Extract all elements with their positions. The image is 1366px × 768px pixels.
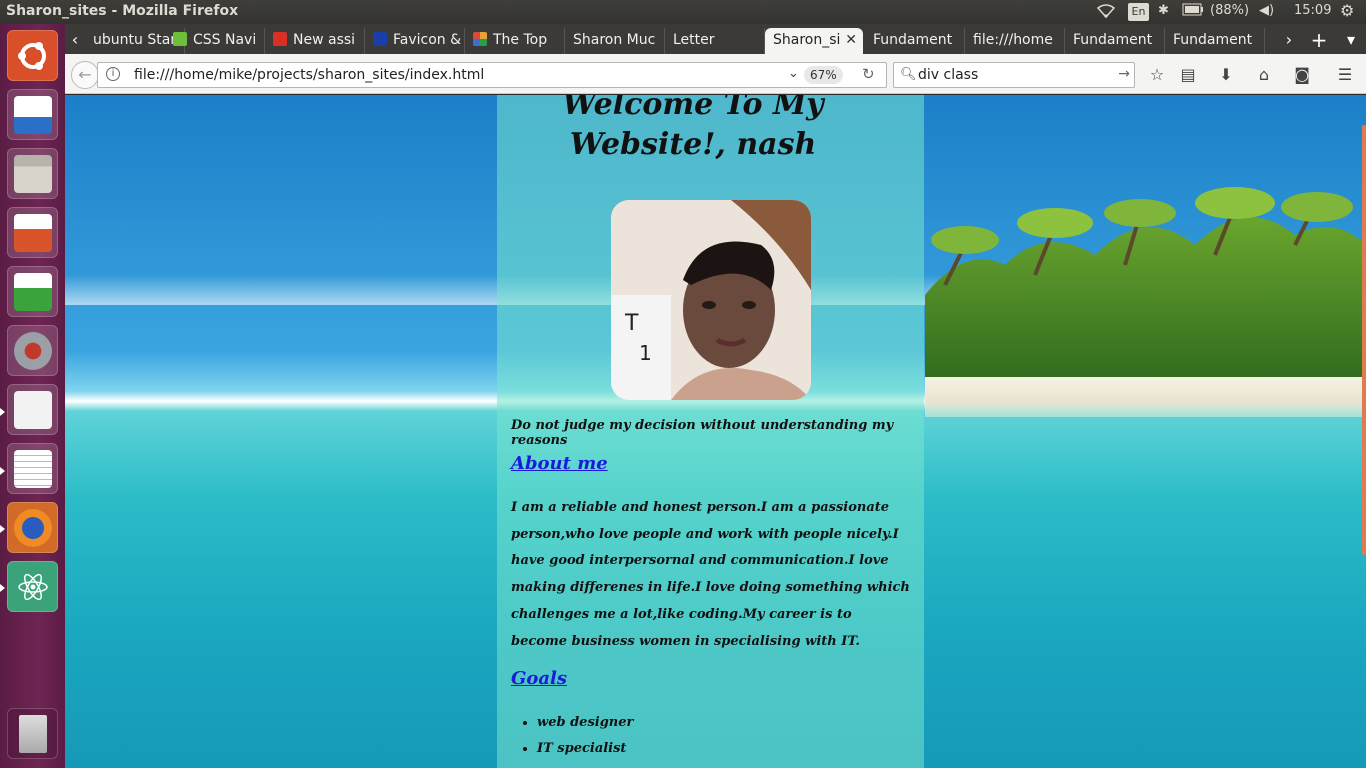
tab-the-top[interactable]: The Top bbox=[465, 28, 565, 54]
list-item: IT specialist bbox=[537, 736, 633, 762]
tab-label: Fundament bbox=[1173, 32, 1253, 48]
tab-label: Fundament bbox=[873, 32, 953, 48]
new-tab-icon[interactable]: + bbox=[1309, 28, 1329, 52]
keyboard-layout-indicator[interactable]: En bbox=[1128, 3, 1149, 21]
favicon-icon bbox=[373, 32, 387, 46]
tab-label: Fundament bbox=[1073, 32, 1153, 48]
tab-letter[interactable]: Letter bbox=[665, 28, 765, 54]
battery-percentage: (88%) bbox=[1210, 3, 1250, 18]
favicon-icon bbox=[173, 32, 187, 46]
about-me-link[interactable]: About me bbox=[511, 453, 608, 474]
tab-list-chevron-down-icon[interactable]: ▾ bbox=[1341, 28, 1361, 52]
close-icon[interactable]: ✕ bbox=[845, 28, 857, 52]
tagline: Do not judge my decision without underst… bbox=[511, 418, 894, 448]
page-title: Welcome To My Website!, nash bbox=[562, 95, 824, 162]
firefox-icon[interactable] bbox=[7, 502, 58, 553]
tab-label: Letter bbox=[673, 32, 715, 48]
palm-island-image bbox=[925, 187, 1366, 385]
tab-css-navi[interactable]: CSS Navi bbox=[165, 28, 265, 54]
tab-strip: ‹ ubuntu Star CSS Navi New assi Favicon … bbox=[65, 24, 1366, 54]
window-title: Sharon_sites - Mozilla Firefox bbox=[6, 3, 239, 19]
tab-favicon[interactable]: Favicon & bbox=[365, 28, 465, 54]
url-text[interactable]: file:///home/mike/projects/sharon_sites/… bbox=[134, 67, 484, 83]
tab-scroll-left-icon[interactable]: ‹ bbox=[67, 28, 83, 52]
back-button[interactable]: ← bbox=[71, 61, 99, 89]
volume-icon[interactable]: ◀) bbox=[1259, 3, 1274, 18]
tab-label: New assi bbox=[293, 32, 356, 48]
svg-text:T: T bbox=[624, 311, 639, 336]
reload-icon[interactable]: ↻ bbox=[862, 65, 875, 83]
tab-fundament-1[interactable]: Fundament bbox=[865, 28, 965, 54]
url-bar[interactable]: i file:///home/mike/projects/sharon_site… bbox=[97, 62, 887, 88]
settings-icon[interactable] bbox=[7, 325, 58, 376]
navigation-toolbar: ← i file:///home/mike/projects/sharon_si… bbox=[65, 54, 1366, 94]
svg-text:1: 1 bbox=[639, 341, 652, 365]
ubuntu-dash-icon[interactable] bbox=[7, 30, 58, 81]
tab-label: Favicon & bbox=[393, 32, 462, 48]
favicon-icon bbox=[473, 32, 487, 46]
chevron-down-icon[interactable]: ⌄ bbox=[788, 66, 799, 81]
top-panel: Sharon_sites - Mozilla Firefox En ✱ (88%… bbox=[0, 0, 1366, 24]
tab-scroll-right-icon[interactable]: › bbox=[1281, 28, 1297, 52]
tab-sharon-sites[interactable]: Sharon_si ✕ bbox=[765, 28, 863, 54]
trash-icon[interactable] bbox=[7, 708, 58, 759]
tab-fundament-2[interactable]: Fundament bbox=[1065, 28, 1165, 54]
home-icon[interactable]: ⌂ bbox=[1253, 64, 1275, 86]
tab-label: Sharon_si bbox=[773, 32, 841, 48]
tab-label: CSS Navi bbox=[193, 32, 257, 48]
text-editor-icon[interactable] bbox=[7, 443, 58, 494]
zoom-level[interactable]: 67% bbox=[804, 66, 843, 84]
clock[interactable]: 15:09 bbox=[1294, 3, 1331, 18]
tab-label: The Top bbox=[493, 32, 548, 48]
beach-sand bbox=[925, 377, 1366, 417]
tab-label: Sharon Muc bbox=[573, 32, 656, 48]
tab-fundament-3[interactable]: Fundament bbox=[1165, 28, 1265, 54]
menu-icon[interactable]: ☰ bbox=[1334, 64, 1356, 86]
search-input[interactable]: div class bbox=[918, 67, 978, 83]
vertical-scrollbar[interactable] bbox=[1362, 125, 1366, 555]
text-file-icon[interactable] bbox=[7, 384, 58, 435]
battery-icon[interactable] bbox=[1182, 3, 1204, 20]
goals-list: web designer IT specialist bbox=[537, 710, 633, 762]
impress-icon[interactable] bbox=[7, 207, 58, 258]
bookmark-star-icon[interactable]: ☆ bbox=[1146, 64, 1168, 86]
tab-new-assi[interactable]: New assi bbox=[265, 28, 365, 54]
running-indicator bbox=[0, 525, 5, 533]
pocket-icon[interactable]: ◙ bbox=[1291, 64, 1313, 86]
calc-icon[interactable] bbox=[7, 266, 58, 317]
gear-icon[interactable]: ⚙ bbox=[1340, 1, 1354, 20]
gmail-icon bbox=[273, 32, 287, 46]
goals-link[interactable]: Goals bbox=[511, 668, 567, 689]
downloads-icon[interactable]: ⬇ bbox=[1215, 64, 1237, 86]
writer-icon[interactable] bbox=[7, 89, 58, 140]
about-me-text: I am a reliable and honest person.I am a… bbox=[511, 500, 910, 649]
running-indicator bbox=[0, 584, 5, 592]
content-panel: Welcome To My Website!, nash T 1 Do not … bbox=[497, 95, 924, 768]
running-indicator bbox=[0, 408, 5, 416]
profile-photo: T 1 bbox=[611, 200, 811, 400]
atom-icon[interactable] bbox=[7, 561, 58, 612]
search-icon: 🔍︎ bbox=[900, 67, 917, 82]
list-item: web designer bbox=[537, 710, 633, 736]
tab-label: ubuntu Star bbox=[93, 32, 177, 48]
page-viewport[interactable]: Welcome To My Website!, nash T 1 Do not … bbox=[65, 95, 1366, 768]
tab-file-home[interactable]: file:///home bbox=[965, 28, 1065, 54]
unity-launcher bbox=[0, 24, 65, 768]
tab-label: file:///home bbox=[973, 32, 1053, 48]
wifi-icon[interactable] bbox=[1096, 3, 1116, 23]
bluetooth-icon[interactable]: ✱ bbox=[1158, 3, 1169, 18]
arrow-right-icon[interactable]: → bbox=[1118, 66, 1130, 82]
tab-sharon-muc[interactable]: Sharon Muc bbox=[565, 28, 665, 54]
running-indicator bbox=[0, 467, 5, 475]
files-icon[interactable] bbox=[7, 148, 58, 199]
search-bar[interactable]: 🔍︎ div class → bbox=[893, 62, 1135, 88]
info-icon[interactable]: i bbox=[106, 67, 120, 81]
reader-list-icon[interactable]: ▤ bbox=[1177, 64, 1199, 86]
